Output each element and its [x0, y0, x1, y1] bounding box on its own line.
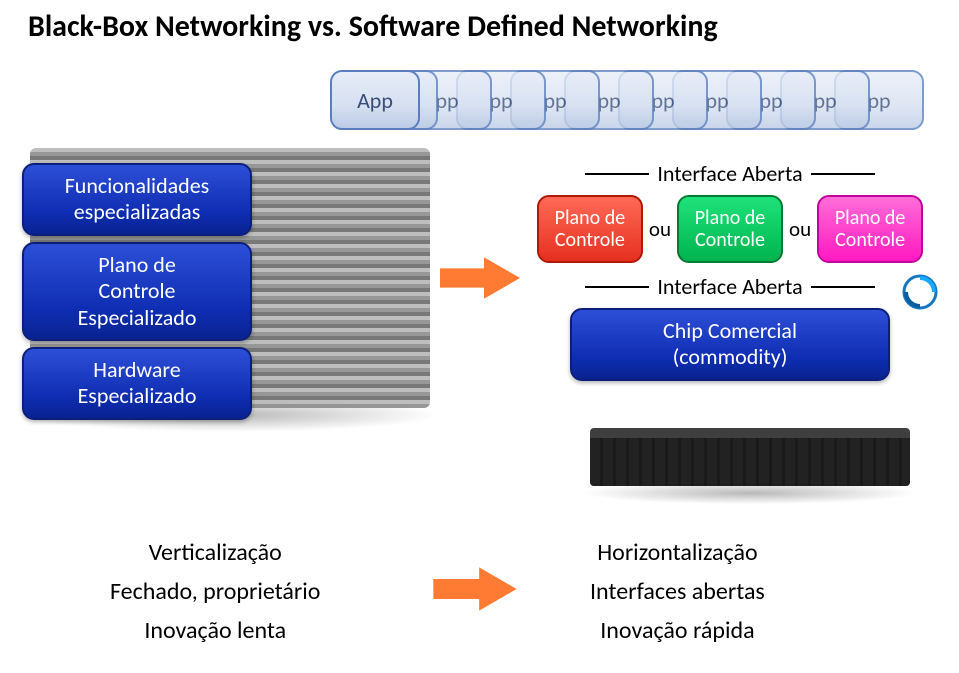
interface-aberta-mid: Interface Aberta	[520, 273, 940, 300]
text-line: Fechado, proprietário	[110, 577, 320, 606]
label: Interface Aberta	[657, 273, 802, 300]
text-line: Verticalização	[110, 538, 320, 567]
chip-comercial-block: Chip Comercial (commodity)	[570, 308, 890, 381]
label-line: Especializado	[32, 383, 242, 409]
ou-separator: ou	[787, 216, 813, 242]
label-line: Hardware	[32, 357, 242, 383]
label-line: Plano de	[555, 207, 626, 229]
label-line: Chip Comercial	[580, 318, 880, 344]
label-line: Especializado	[32, 305, 242, 331]
label-line: Controle	[835, 229, 905, 251]
control-plane-pink: Plano de Controle	[817, 195, 923, 263]
label-line: Plano de	[695, 207, 766, 229]
rule	[585, 173, 649, 175]
hardware-especializado-block: Hardware Especializado	[22, 347, 252, 420]
text-line: Inovação rápida	[590, 616, 765, 645]
label-line: Funcionalidades	[32, 173, 242, 199]
swirl-icon	[902, 274, 938, 310]
label-line: Controle	[695, 229, 765, 251]
ou-separator: ou	[647, 216, 673, 242]
control-plane-green: Plano de Controle	[677, 195, 783, 263]
switch-hardware-image	[590, 428, 910, 486]
label-line: Controle	[555, 229, 625, 251]
app-card: App	[330, 70, 420, 130]
text-line: Inovação lenta	[110, 616, 320, 645]
page-title: Black-Box Networking vs. Software Define…	[28, 8, 959, 45]
rule	[811, 173, 875, 175]
interface-aberta-top: Interface Aberta	[520, 160, 940, 187]
label-line: Plano de	[835, 207, 906, 229]
rule	[811, 286, 875, 288]
rule	[585, 286, 649, 288]
bottom-left-column: Verticalização Fechado, proprietário Ino…	[110, 538, 320, 655]
funcionalidades-block: Funcionalidades especializadas	[22, 163, 252, 236]
left-stack: Funcionalidades especializadas Plano de …	[22, 163, 252, 426]
control-plane-row: Plano de Controle ou Plano de Controle o…	[520, 195, 940, 263]
arrow-bottom-icon	[400, 564, 550, 614]
app-cards-row: pp pp pp pp pp pp pp pp pp pp App	[330, 70, 930, 140]
text-line: Interfaces abertas	[590, 577, 765, 606]
label-line: especializadas	[32, 199, 242, 225]
right-diagram: Interface Aberta Plano de Controle ou Pl…	[520, 156, 940, 387]
control-plane-red: Plano de Controle	[537, 195, 643, 263]
label-line: (commodity)	[580, 344, 880, 370]
label-line: Controle	[32, 278, 242, 304]
text-line: Horizontalização	[590, 538, 765, 567]
plano-especializado-block: Plano de Controle Especializado	[22, 242, 252, 341]
switch-shadow	[586, 482, 914, 504]
bottom-right-column: Horizontalização Interfaces abertas Inov…	[590, 538, 765, 655]
arrow-right-icon	[440, 253, 520, 303]
label-line: Plano de	[32, 252, 242, 278]
label: Interface Aberta	[657, 160, 802, 187]
